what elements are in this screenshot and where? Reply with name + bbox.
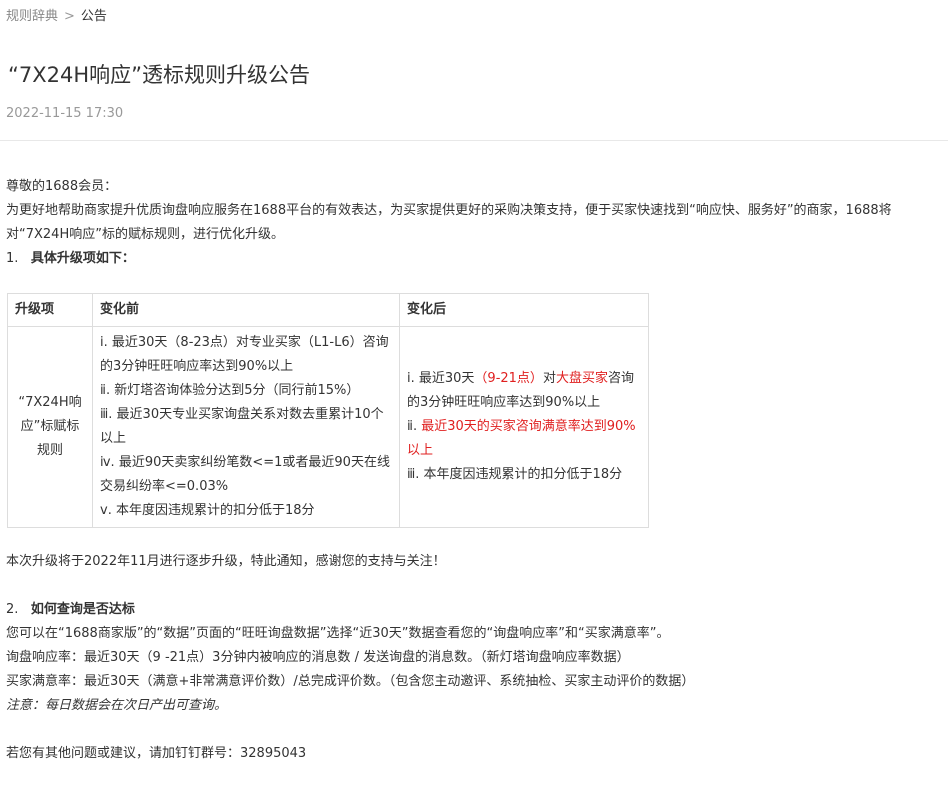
breadcrumb-link-rules-dictionary[interactable]: 规则辞典: [6, 9, 58, 24]
before-rule-3: ⅲ. 最近30天专业买家询盘关系对数去重累计10个以上: [100, 407, 384, 446]
article-body: 尊敬的1688会员： 为更好地帮助商家提升优质询盘响应服务在1688平台的有效表…: [6, 175, 941, 766]
satisfaction-rate-definition: 买家满意率：最近30天（满意+非常满意评价数）/总完成评价数。（包含您主动邀评、…: [6, 674, 695, 689]
after-rule-2-prefix: ⅱ.: [407, 419, 422, 434]
before-cell: ⅰ. 最近30天（8-23点）对专业买家（L1-L6）咨询的3分钟旺旺响应率达到…: [92, 326, 400, 528]
data-note: 注意：每日数据会在次日产出可查询。: [6, 698, 228, 713]
contact-info: 若您有其他问题或建议，请加钉钉群号：32895043: [6, 746, 307, 761]
table-header-row: 升级项 变化前 变化后: [7, 293, 649, 327]
header-after: 变化后: [399, 293, 649, 327]
after-rule-1-prefix: ⅰ. 最近30天: [407, 371, 475, 386]
breadcrumb-current: 公告: [80, 9, 107, 24]
item-label-cell: “7X24H响应”标赋标规则: [7, 326, 93, 528]
table-row: “7X24H响应”标赋标规则 ⅰ. 最近30天（8-23点）对专业买家（L1-L…: [7, 326, 649, 528]
section-2-heading: 2. 如何查询是否达标: [6, 598, 941, 622]
before-rule-1: ⅰ. 最近30天（8-23点）对专业买家（L1-L6）咨询的3分钟旺旺响应率达到…: [100, 335, 389, 374]
before-rule-4: ⅳ. 最近90天卖家纠纷笔数<=1或者最近90天在线交易纠纷率<=0.03%: [100, 455, 390, 494]
after-rule-2-text: 最近30天的买家咨询满意率达到90%以上: [407, 419, 636, 458]
page-title: “7X24H响应”透标规则升级公告: [8, 63, 311, 87]
after-rule-1: ⅰ. 最近30天（9-21点）对大盘买家咨询的3分钟旺旺响应率达到90%以上: [407, 367, 641, 415]
breadcrumb-separator: >: [64, 9, 75, 24]
intro-paragraph: 为更好地帮助商家提升优质询盘响应服务在1688平台的有效表达，为买家提供更好的采…: [6, 203, 892, 242]
response-rate-definition: 询盘响应率：最近30天（9 -21点）3分钟内被响应的消息数 / 发送询盘的消息…: [6, 650, 630, 665]
section-1-title: 具体升级项如下：: [30, 251, 135, 266]
upgrade-rules-table: 升级项 变化前 变化后 “7X24H响应”标赋标规则 ⅰ. 最近30天（8-23…: [7, 293, 649, 528]
section-2-number: 2.: [6, 602, 19, 617]
section-2-title: 如何查询是否达标: [30, 602, 135, 617]
query-instructions: 您可以在“1688商家版”的“数据”页面的“旺旺询盘数据”选择“近30天”数据查…: [6, 626, 670, 641]
publish-date: 2022-11-15 17:30: [6, 106, 124, 121]
before-rule-2: ⅱ. 新灯塔咨询体验分达到5分（同行前15%）: [100, 383, 360, 398]
greeting: 尊敬的1688会员：: [6, 179, 118, 194]
after-rule-2: ⅱ. 最近30天的买家咨询满意率达到90%以上: [407, 415, 641, 463]
header-item: 升级项: [7, 293, 93, 327]
after-cell: ⅰ. 最近30天（9-21点）对大盘买家咨询的3分钟旺旺响应率达到90%以上 ⅱ…: [399, 326, 649, 528]
after-rule-1-buyer: 大盘买家: [555, 371, 608, 386]
header-before: 变化前: [92, 293, 400, 327]
upgrade-notice: 本次升级将于2022年11月进行逐步升级，特此通知，感谢您的支持与关注！: [6, 554, 446, 569]
breadcrumb: 规则辞典 > 公告: [6, 8, 107, 26]
header-divider: [0, 140, 948, 141]
after-rule-1-hours: （9-21点）: [474, 371, 543, 386]
before-rule-5: ⅴ. 本年度因违规累计的扣分低于18分: [100, 503, 315, 518]
after-rule-1-mid: 对: [542, 371, 556, 386]
after-rule-3: ⅲ. 本年度因违规累计的扣分低于18分: [407, 467, 623, 482]
section-1-number: 1.: [6, 251, 19, 266]
section-1-heading: 1. 具体升级项如下：: [6, 247, 941, 271]
